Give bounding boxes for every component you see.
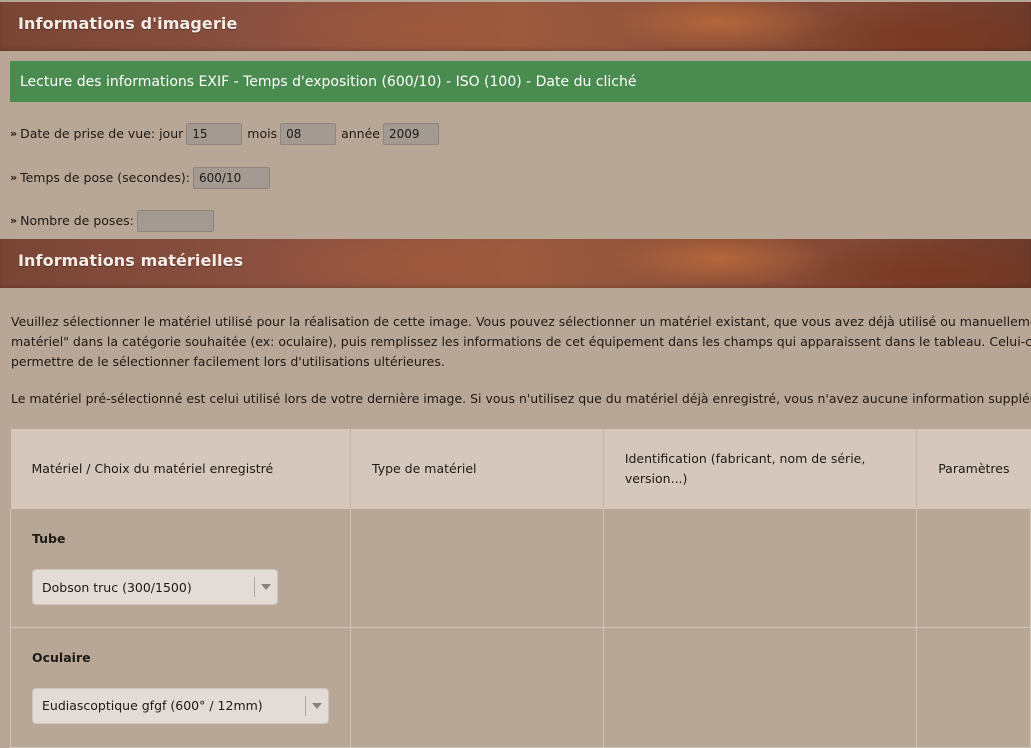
column-header-type: Type de matériel [350, 429, 604, 509]
chevron-right-icon: » [10, 214, 17, 227]
eyepiece-cell: Oculaire Eudiascoptique gfgf (600° / 12m… [10, 627, 351, 748]
tube-cell: Tube Dobson truc (300/1500) [10, 509, 351, 628]
chevron-right-icon: » [10, 171, 17, 184]
month-label: mois [247, 126, 278, 141]
eyepiece-select-value: Eudiascoptique gfgf (600° / 12mm) [42, 698, 263, 713]
intro-line: permettre de le sélectionner facilement … [11, 354, 445, 369]
year-input[interactable]: 2009 [382, 123, 439, 145]
table-row: Tube Dobson truc (300/1500) [10, 509, 1031, 628]
day-input[interactable]: 15 [186, 123, 243, 145]
imagery-section-title: Informations d'imagerie [18, 14, 238, 33]
tube-select-value: Dobson truc (300/1500) [42, 579, 192, 595]
chevron-right-icon: » [10, 127, 17, 140]
identification-cell [602, 509, 918, 628]
exif-info-text: Lecture des informations EXIF - Temps d'… [20, 73, 637, 90]
month-input[interactable]: 08 [280, 123, 337, 145]
chevron-down-icon[interactable] [312, 702, 322, 709]
hardware-table: Matériel / Choix du matériel enregistré … [10, 429, 1031, 748]
hardware-section-banner: Informations matérielles [0, 239, 1031, 288]
chevron-down-icon[interactable] [261, 584, 271, 590]
type-cell [350, 509, 604, 628]
preselect-note: Le matériel pré-sélectionné est celui ut… [11, 389, 1031, 409]
poses-row: » Nombre de poses: [10, 209, 214, 232]
column-header-parameters: Paramètres [916, 429, 1031, 509]
parameters-cell [916, 627, 1031, 748]
exposure-input[interactable]: 600/10 [193, 167, 271, 189]
tube-select[interactable]: Dobson truc (300/1500) [32, 569, 278, 605]
intro-text: Veuillez sélectionner le matériel utilis… [11, 312, 1031, 372]
eyepiece-label: Oculaire [32, 649, 91, 665]
imagery-section-banner: Informations d'imagerie [0, 2, 1031, 51]
select-separator [254, 577, 255, 597]
table-row: Oculaire Eudiascoptique gfgf (600° / 12m… [10, 627, 1031, 748]
parameters-cell [916, 509, 1031, 628]
column-header-identification: Identification (fabricant, nom de série,… [603, 429, 918, 509]
table-header-row: Matériel / Choix du matériel enregistré … [10, 429, 1031, 509]
select-separator [305, 695, 306, 716]
exif-info-bar: Lecture des informations EXIF - Temps d'… [10, 61, 1031, 102]
identification-cell [602, 627, 918, 748]
type-cell [350, 627, 604, 748]
year-label: année [341, 126, 380, 141]
date-row: » Date de prise de vue: jour 15 mois 08 … [10, 122, 439, 145]
intro-line: Veuillez sélectionner le matériel utilis… [11, 314, 1031, 329]
intro-line: matériel" dans la catégorie souhaitée (e… [11, 334, 1031, 349]
hardware-section-title: Informations matérielles [18, 251, 244, 270]
poses-label: Nombre de poses: [20, 213, 134, 228]
poses-input[interactable] [136, 210, 214, 232]
tube-label: Tube [32, 531, 66, 546]
date-label: Date de prise de vue: jour [20, 126, 184, 141]
column-header-material: Matériel / Choix du matériel enregistré [10, 429, 351, 509]
intro-line: Le matériel pré-sélectionné est celui ut… [11, 391, 1031, 406]
exposure-label: Temps de pose (secondes): [20, 170, 191, 185]
eyepiece-select[interactable]: Eudiascoptique gfgf (600° / 12mm) [32, 687, 329, 724]
exposure-row: » Temps de pose (secondes): 600/10 [10, 166, 271, 189]
